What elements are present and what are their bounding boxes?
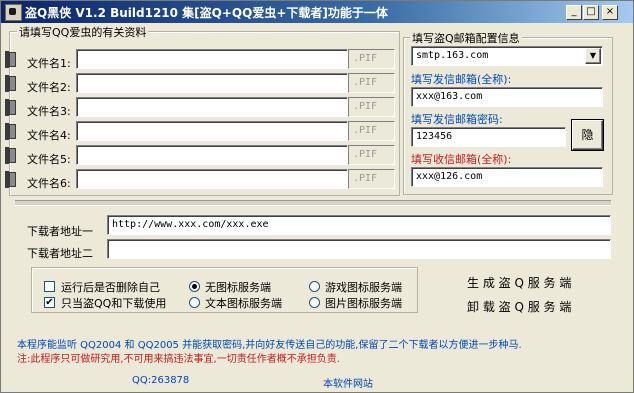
file3-input[interactable]: [76, 97, 348, 117]
receiver-email-label: 填写收信邮箱(全称):: [411, 153, 512, 166]
delete-self-checkbox[interactable]: [44, 281, 55, 292]
file6-label: 文件名6:: [27, 177, 71, 190]
file6-input[interactable]: [76, 169, 348, 189]
text-icon-radio[interactable]: [189, 297, 200, 308]
file5-label: 文件名5:: [27, 153, 71, 166]
receiver-email-input[interactable]: xxx@126.com: [411, 167, 603, 187]
file-icon: [3, 147, 17, 164]
file4-input[interactable]: [76, 121, 348, 141]
maximize-button[interactable]: □: [583, 5, 599, 20]
file-icon: [3, 99, 17, 116]
generate-server-button[interactable]: 生 成 盗 Q 服 务 端: [467, 274, 571, 291]
mail-config-group-label: 填写盗Q邮箱配置信息: [410, 30, 522, 46]
downloader-url1-input[interactable]: http://www.xxx.com/xxx.exe: [107, 215, 611, 235]
sender-password-label: 填写发信邮箱密码:: [411, 113, 503, 126]
file2-label: 文件名2:: [27, 81, 71, 94]
file4-ext: .PIF: [348, 121, 395, 141]
sender-email-label: 填写发信邮箱(全称):: [411, 73, 512, 86]
author-qq: QQ:263878: [132, 375, 190, 386]
file5-ext: .PIF: [348, 145, 395, 165]
sender-email-input[interactable]: xxx@163.com: [411, 87, 603, 107]
main-window: 盗Q黑侠 V1.2 Build1210 集[盗Q+QQ爱虫+下载者]功能于一体 …: [0, 0, 634, 393]
website-link[interactable]: 本软件网站: [323, 375, 373, 390]
pic-icon-radio[interactable]: [309, 297, 320, 308]
window-title: 盗Q黑侠 V1.2 Build1210 集[盗Q+QQ爱虫+下载者]功能于一体: [25, 6, 388, 20]
file2-ext: .PIF: [348, 73, 395, 93]
file-icon: [3, 171, 17, 188]
pic-icon-label: 图片图标服务端: [325, 297, 402, 310]
qq-info-group-label: 请填写QQ爱虫的有关资料: [17, 24, 149, 40]
app-icon: [5, 4, 22, 21]
downloader-url1-label: 下载者地址一: [27, 225, 93, 238]
downloader-url2-input[interactable]: [107, 239, 611, 259]
sender-password-input[interactable]: 123456: [411, 127, 566, 147]
no-icon-label: 无图标服务端: [205, 281, 271, 294]
hide-button[interactable]: 隐: [571, 119, 604, 151]
file1-ext: .PIF: [348, 49, 395, 69]
file2-input[interactable]: [76, 73, 348, 93]
chevron-down-icon[interactable]: ▼: [585, 48, 601, 64]
file4-label: 文件名4:: [27, 129, 71, 142]
only-steal-label: 只当盗QQ和下载使用: [61, 297, 167, 310]
divider: [15, 200, 611, 206]
downloader-url2-label: 下载者地址二: [27, 247, 93, 260]
disclaimer-text: 注:此程序只可做研究用,不可用来搞违法事宜,一切责任作者概不承担负责.: [17, 354, 340, 365]
only-steal-checkbox[interactable]: ✔: [44, 297, 55, 308]
file-icon: [3, 51, 17, 68]
program-description: 本程序能监听 QQ2004 和 QQ2005 并能获取密码,并向好友传送自己的功…: [17, 340, 522, 351]
file5-input[interactable]: [76, 145, 348, 165]
minimize-button[interactable]: _: [566, 5, 582, 20]
game-icon-radio[interactable]: [309, 281, 320, 292]
smtp-select[interactable]: smtp.163.com ▼: [411, 46, 603, 66]
game-icon-label: 游戏图标服务端: [325, 281, 402, 294]
file3-ext: .PIF: [348, 97, 395, 117]
file1-label: 文件名1:: [27, 57, 71, 70]
file3-label: 文件名3:: [27, 105, 71, 118]
file-icon: [3, 75, 17, 92]
file1-input[interactable]: [76, 49, 348, 69]
no-icon-radio[interactable]: [189, 281, 200, 292]
delete-self-label: 运行后是否删除自己: [61, 281, 160, 294]
close-button[interactable]: ×: [602, 5, 618, 20]
uninstall-server-button[interactable]: 卸 载 盗 Q 服 务 端: [467, 298, 571, 315]
file6-ext: .PIF: [348, 169, 395, 189]
text-icon-label: 文本图标服务端: [205, 297, 282, 310]
file-icon: [3, 123, 17, 140]
title-bar[interactable]: 盗Q黑侠 V1.2 Build1210 集[盗Q+QQ爱虫+下载者]功能于一体 …: [1, 1, 633, 23]
